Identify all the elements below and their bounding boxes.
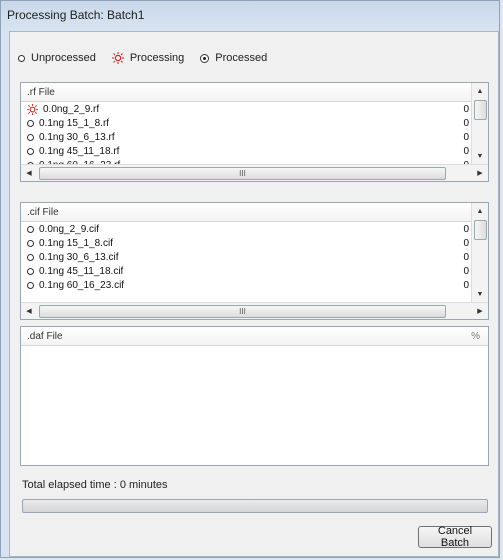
cif-header-label: .cif File [27, 206, 59, 218]
cif-row-value: 0 [463, 251, 469, 263]
legend-processing: Processing [111, 52, 185, 64]
status-legend: Unprocessed Processing Processed [18, 52, 277, 64]
scroll-up-icon[interactable]: ▲ [472, 83, 488, 99]
processing-icon [27, 103, 38, 115]
rf-file-name: 0.1ng 30_6_13.rf [39, 131, 115, 143]
rf-row-value: 0 [463, 145, 469, 157]
rf-column-header[interactable]: .rf File [21, 83, 488, 102]
cif-row-value: 0 [463, 279, 469, 291]
scroll-up-icon[interactable]: ▲ [472, 203, 488, 219]
legend-unprocessed-label: Unprocessed [31, 52, 96, 64]
legend-processing-label: Processing [129, 52, 185, 64]
unprocessed-icon [27, 133, 34, 141]
scroll-left-icon[interactable]: ◀ [21, 165, 37, 181]
batch-window: Processing Batch: Batch1 Unprocessed Pro… [0, 0, 500, 558]
rf-vertical-scrollbar[interactable]: ▲ ▼ [471, 83, 488, 164]
unprocessed-icon [27, 147, 34, 155]
legend-unprocessed: Unprocessed [18, 52, 96, 64]
unprocessed-icon [27, 267, 34, 275]
legend-processed-label: Processed [215, 52, 268, 64]
rf-row[interactable]: 0.1ng 45_11_18.rf 0 [21, 144, 471, 158]
processed-icon [200, 53, 210, 63]
rf-header-label: .rf File [27, 86, 55, 98]
cif-row[interactable]: 0.1ng 60_16_23.cif 0 [21, 278, 471, 292]
rf-row[interactable]: 0.1ng 30_6_13.rf 0 [21, 130, 471, 144]
window-client: Unprocessed Processing Processed .rf Fil… [9, 31, 499, 557]
cif-row-value: 0 [463, 223, 469, 235]
cif-horizontal-scrollbar[interactable]: ◀ III ▶ [21, 302, 488, 319]
rf-file-name: 0.1ng 45_11_18.rf [39, 145, 120, 157]
cancel-batch-button[interactable]: Cancel Batch [418, 525, 492, 549]
cif-file-name: 0.1ng 45_11_18.cif [39, 265, 124, 277]
rf-row-value: 0 [463, 103, 469, 115]
rf-row[interactable]: 0.1ng 15_1_8.rf 0 [21, 116, 471, 130]
cif-file-name: 0.1ng 15_1_8.cif [39, 237, 113, 249]
unprocessed-icon [18, 54, 25, 62]
cif-row[interactable]: 0.1ng 30_6_13.cif 0 [21, 250, 471, 264]
rf-row[interactable]: 0.0ng_2_9.rf 0 [21, 102, 471, 116]
unprocessed-icon [27, 225, 34, 233]
rf-file-name: 0.1ng 15_1_8.rf [39, 117, 110, 129]
cif-file-name: 0.1ng 30_6_13.cif [39, 251, 119, 263]
rf-rows: 0.0ng_2_9.rf 0 0.1ng 15_1_8.rf 0 0.1ng 30_6_… [21, 102, 471, 164]
window-title: Processing Batch: Batch1 [7, 8, 145, 22]
cif-file-name: 0.0ng_2_9.cif [39, 223, 100, 235]
cif-row[interactable]: 0.0ng_2_9.cif 0 [21, 222, 471, 236]
daf-column-header[interactable]: .daf File % [21, 327, 488, 346]
scroll-left-icon[interactable]: ◀ [21, 303, 37, 319]
daf-header-label: .daf File [27, 330, 63, 342]
rf-file-list[interactable]: .rf File 0.0ng_2_9.rf 0 0.1ng 15_1_8.rf 0 0.… [20, 82, 489, 182]
cif-row-value: 0 [463, 265, 469, 277]
rf-file-name: 0.0ng_2_9.rf [43, 103, 100, 115]
scroll-right-icon[interactable]: ▶ [472, 165, 488, 181]
scroll-down-icon[interactable]: ▼ [472, 148, 488, 164]
unprocessed-icon [27, 119, 34, 127]
rf-row-value: 0 [463, 117, 469, 129]
cif-column-header[interactable]: .cif File [21, 203, 488, 222]
unprocessed-icon [27, 281, 34, 289]
rf-row-value: 0 [463, 131, 469, 143]
cif-vscroll-thumb[interactable] [474, 220, 487, 240]
cif-rows: 0.0ng_2_9.cif 0 0.1ng 15_1_8.cif 0 0.1ng 30_… [21, 222, 471, 302]
cif-file-list[interactable]: .cif File 0.0ng_2_9.cif 0 0.1ng 15_1_8.cif… [20, 202, 489, 320]
rf-hscroll-thumb[interactable]: III [39, 167, 446, 180]
cif-file-name: 0.1ng 60_16_23.cif [39, 279, 125, 291]
daf-percent-header: % [471, 330, 480, 342]
rf-vscroll-thumb[interactable] [474, 100, 487, 120]
unprocessed-icon [27, 253, 34, 261]
cif-row-value: 0 [463, 237, 469, 249]
scroll-right-icon[interactable]: ▶ [472, 303, 488, 319]
daf-file-list[interactable]: .daf File % [20, 326, 489, 466]
cif-row[interactable]: 0.1ng 45_11_18.cif 0 [21, 264, 471, 278]
cif-hscroll-thumb[interactable]: III [39, 305, 446, 318]
cif-row[interactable]: 0.1ng 15_1_8.cif 0 [21, 236, 471, 250]
batch-progress-bar [22, 499, 488, 513]
scroll-down-icon[interactable]: ▼ [472, 286, 488, 302]
legend-processed: Processed [200, 52, 267, 64]
processing-icon [111, 52, 124, 64]
rf-horizontal-scrollbar[interactable]: ◀ III ▶ [21, 164, 488, 181]
elapsed-time-label: Total elapsed time : 0 minutes [22, 479, 168, 491]
unprocessed-icon [27, 239, 34, 247]
cif-vertical-scrollbar[interactable]: ▲ ▼ [471, 203, 488, 302]
